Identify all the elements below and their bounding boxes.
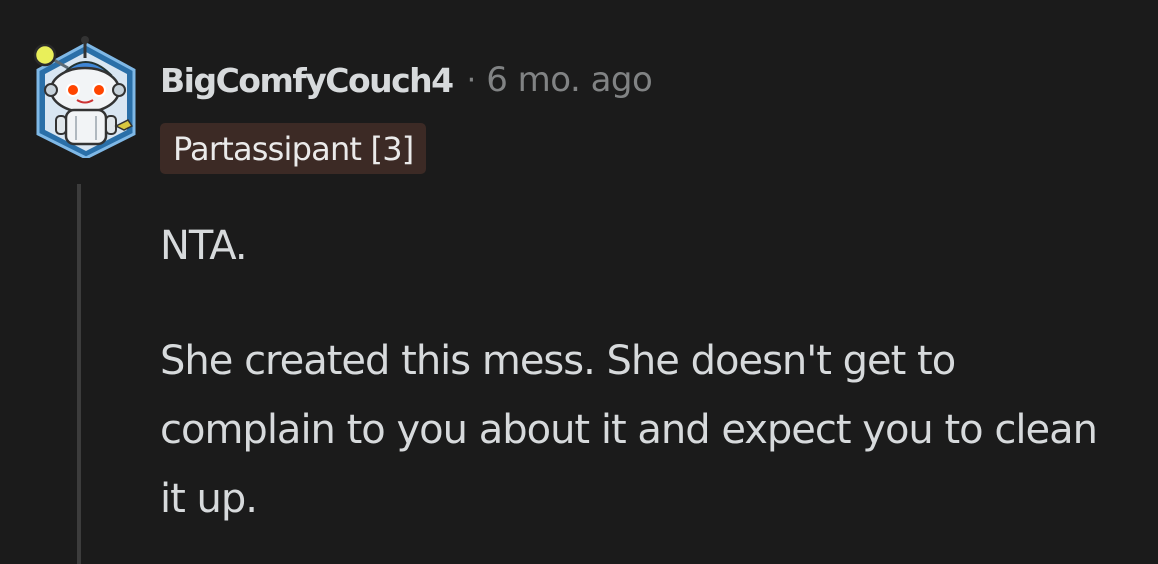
comment: BigComfyCouch4 · 6 mo. ago Partassipant … xyxy=(0,0,1158,564)
username-link[interactable]: BigComfyCouch4 xyxy=(160,61,454,100)
comment-paragraph: She created this mess. She doesn't get t… xyxy=(160,338,1098,522)
comment-paragraph: NTA. xyxy=(160,223,248,269)
timestamp-link[interactable]: 6 mo. ago xyxy=(486,60,653,100)
comment-meta: BigComfyCouch4 · 6 mo. ago xyxy=(160,56,653,104)
user-flair: Partassipant [3] xyxy=(160,123,427,174)
thread-collapse-line[interactable] xyxy=(77,184,81,564)
comment-body: NTA. She created this mess. She doesn't … xyxy=(160,212,1120,534)
meta-separator: · xyxy=(466,62,477,98)
snoo-robot-avatar-icon xyxy=(33,36,136,160)
user-avatar[interactable] xyxy=(30,34,142,160)
